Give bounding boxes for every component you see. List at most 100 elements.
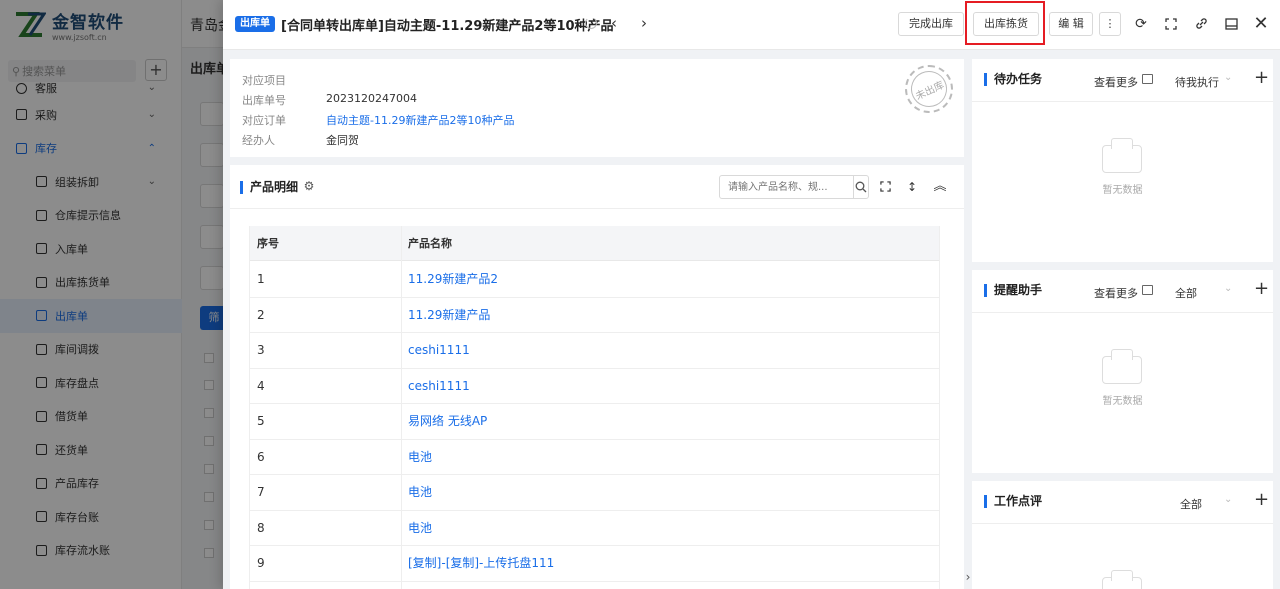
empty-text: 暂无数据 <box>1102 396 1143 407</box>
product-search-input[interactable] <box>720 176 853 198</box>
product-table: 序号 产品名称 1 11.29新建产品2 2 11.29新建产品 3 ceshi… <box>249 226 940 589</box>
drawer-header: 出库单 [合同单转出库单]自动主题-11.29新建产品2等10种产品 ‹ › 完… <box>223 0 1280 50</box>
detail-drawer: 出库单 [合同单转出库单]自动主题-11.29新建产品2等10种产品 ‹ › 完… <box>223 0 1280 589</box>
close-icon[interactable]: ✕ <box>1249 12 1273 36</box>
next-record-button[interactable]: › <box>634 12 654 36</box>
search-button[interactable] <box>853 176 868 198</box>
table-row: 9 [复制]-[复制]-上传托盘111 <box>250 546 939 582</box>
table-row: 7 电池 <box>250 475 939 511</box>
panel-title: 提醒助手 <box>984 284 1042 297</box>
info-label: 对应项目 <box>242 74 286 87</box>
row-no: 6 <box>257 449 265 464</box>
info-label: 经办人 <box>242 134 275 147</box>
collapse-up-icon[interactable]: ︽ <box>931 178 949 196</box>
more-actions-button[interactable]: ⋮ <box>1099 12 1121 36</box>
calendar-icon[interactable] <box>1142 285 1153 295</box>
todo-panel: 待办任务 查看更多 待我执行 ⌄ + 暂无数据 <box>972 59 1273 262</box>
info-row-handler: 经办人 金同贺 <box>242 132 359 147</box>
info-value: 2023120247004 <box>326 92 417 105</box>
chevron-down-icon: ⌄ <box>1224 494 1233 505</box>
table-row: 4 ceshi1111 <box>250 369 939 404</box>
view-more-link[interactable]: 查看更多 <box>1094 285 1138 301</box>
reminder-filter-select[interactable]: 全部 <box>1175 285 1197 301</box>
todo-filter-select[interactable]: 待我执行 <box>1175 74 1219 90</box>
product-link[interactable]: [复制]-[复制]-上传托盘111 <box>408 546 554 581</box>
review-filter-select[interactable]: 全部 <box>1180 496 1202 512</box>
sync-status-icon <box>585 17 597 29</box>
row-no: 5 <box>257 414 265 428</box>
chevron-down-icon: ⌄ <box>1224 72 1233 83</box>
product-search <box>719 175 869 199</box>
product-link[interactable]: ceshi1111 <box>408 333 470 368</box>
add-reminder-button[interactable]: + <box>1254 278 1269 300</box>
product-link[interactable]: ceshi1111 <box>408 369 470 404</box>
link-icon[interactable] <box>1189 12 1213 36</box>
empty-text: 暂无数据 <box>1102 185 1143 196</box>
refresh-icon[interactable]: ⟳ <box>1129 12 1153 36</box>
drawer-body: 对应项目 出库单号 2023120247004 对应订单 自动主题-11.29新… <box>223 50 1280 589</box>
layout-icon[interactable] <box>1219 12 1243 36</box>
fullscreen-icon[interactable] <box>876 178 894 196</box>
search-icon <box>855 181 867 193</box>
reminder-panel: 提醒助手 查看更多 全部 ⌄ + 暂无数据 <box>972 270 1273 473</box>
info-row-order: 对应订单 自动主题-11.29新建产品2等10种产品 <box>242 112 514 127</box>
edit-button[interactable]: 编 辑 <box>1049 12 1093 36</box>
row-no: 2 <box>257 307 265 322</box>
table-row: 8 电池 <box>250 511 939 546</box>
info-card: 对应项目 出库单号 2023120247004 对应订单 自动主题-11.29新… <box>230 59 964 157</box>
column-header-no: 序号 <box>257 237 279 250</box>
row-no: 7 <box>257 485 265 499</box>
outbound-picking-button[interactable]: 出库拣货 <box>973 12 1039 36</box>
status-stamp-text: 未出库 <box>905 65 953 113</box>
info-value: 金同贺 <box>326 134 359 147</box>
row-no: 9 <box>257 556 265 570</box>
divider <box>230 208 964 209</box>
section-title: 产品明细 <box>240 181 298 194</box>
status-stamp: 未出库 <box>905 65 953 113</box>
row-height-icon[interactable]: ↕ <box>903 178 921 196</box>
doc-type-badge: 出库单 <box>235 16 275 32</box>
empty-box-icon <box>1102 570 1142 589</box>
fullscreen-icon[interactable] <box>1159 12 1183 36</box>
calendar-icon[interactable] <box>1142 74 1153 84</box>
product-link[interactable]: 11.29新建产品 <box>408 298 490 333</box>
product-link[interactable]: 11.29新建产品2 <box>408 262 498 297</box>
column-header-name: 产品名称 <box>408 237 452 250</box>
divider <box>972 312 1273 313</box>
product-link[interactable]: 电池 <box>408 440 432 475</box>
table-row: 3 ceshi1111 <box>250 333 939 369</box>
row-no: 4 <box>257 378 265 393</box>
order-link[interactable]: 自动主题-11.29新建产品2等10种产品 <box>326 112 514 127</box>
info-row-project: 对应项目 <box>242 72 326 87</box>
divider <box>972 523 1273 524</box>
product-detail-card: 产品明细 ⚙ ↕ ︽ 序号 产品名称 1 <box>230 165 964 589</box>
table-header: 序号 产品名称 <box>250 226 939 261</box>
product-link[interactable]: 电池 <box>408 511 432 546</box>
row-no: 3 <box>257 343 265 357</box>
table-row: 1 11.29新建产品2 <box>250 262 939 298</box>
product-link[interactable]: 电池 <box>408 475 432 510</box>
panel-title: 工作点评 <box>984 495 1042 508</box>
settings-icon[interactable]: ⚙ <box>302 179 316 193</box>
add-task-button[interactable]: + <box>1254 67 1269 89</box>
table-row: 5 易网络 无线AP <box>250 404 939 440</box>
complete-outbound-button[interactable]: 完成出库 <box>898 12 964 36</box>
table-row: 2 11.29新建产品 <box>250 298 939 333</box>
empty-box-icon <box>1102 138 1142 173</box>
info-row-doc-no: 出库单号 2023120247004 <box>242 92 417 107</box>
info-label: 对应订单 <box>242 114 286 127</box>
row-no: 8 <box>257 520 265 535</box>
divider <box>972 101 1273 102</box>
row-no: 1 <box>257 272 265 286</box>
chevron-down-icon: ⌄ <box>1224 283 1233 294</box>
review-panel: 工作点评 全部 ⌄ + <box>972 481 1273 589</box>
panel-title: 待办任务 <box>984 73 1042 86</box>
empty-box-icon <box>1102 349 1142 384</box>
prev-record-button[interactable]: ‹ <box>604 12 624 36</box>
view-more-link[interactable]: 查看更多 <box>1094 74 1138 90</box>
doc-title: [合同单转出库单]自动主题-11.29新建产品2等10种产品 <box>281 19 614 34</box>
info-label: 出库单号 <box>242 94 286 107</box>
add-review-button[interactable]: + <box>1254 489 1269 511</box>
product-link[interactable]: 易网络 无线AP <box>408 404 487 439</box>
table-row: 6 电池 <box>250 440 939 475</box>
